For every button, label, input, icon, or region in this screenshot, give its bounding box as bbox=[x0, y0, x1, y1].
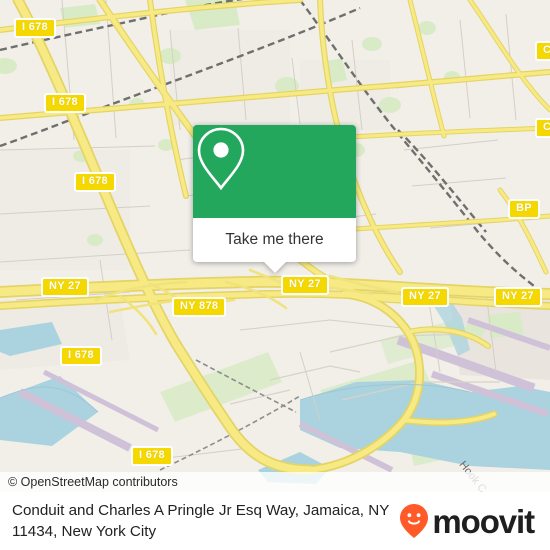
moovit-map-screenshot: I 678 I 678 I 678 I 678 I 678 NY 27 NY 8… bbox=[0, 0, 550, 550]
moovit-wordmark: moovit bbox=[432, 502, 535, 540]
road-shield[interactable]: I 678 bbox=[74, 172, 116, 192]
place-title: Conduit and Charles A Pringle Jr Esq Way… bbox=[12, 502, 390, 540]
road-shield[interactable]: NY 878 bbox=[172, 297, 227, 317]
road-shield[interactable]: BP bbox=[508, 199, 540, 219]
moovit-pin-smile-icon bbox=[400, 504, 429, 538]
road-shield[interactable]: NY 27 bbox=[401, 287, 449, 307]
road-shield[interactable]: I 678 bbox=[60, 346, 102, 366]
moovit-logo[interactable]: moovit bbox=[399, 502, 535, 540]
road-shield[interactable]: I 678 bbox=[44, 93, 86, 113]
road-shield[interactable]: NY 27 bbox=[41, 277, 89, 297]
road-shield[interactable]: I 678 bbox=[131, 446, 173, 466]
map-pin-icon bbox=[197, 127, 245, 191]
map-attribution-text[interactable]: © OpenStreetMap contributors bbox=[0, 475, 178, 489]
road-shield[interactable]: C bbox=[535, 118, 550, 138]
popup-tail bbox=[263, 262, 286, 273]
road-shield[interactable]: NY 27 bbox=[494, 287, 542, 307]
map-canvas[interactable]: I 678 I 678 I 678 I 678 I 678 NY 27 NY 8… bbox=[0, 0, 550, 492]
popup-cta-label: Take me there bbox=[225, 231, 324, 248]
footer-bar: Conduit and Charles A Pringle Jr Esq Way… bbox=[0, 492, 550, 550]
road-shield[interactable]: I 678 bbox=[14, 18, 56, 38]
popup-pin-area bbox=[193, 125, 356, 218]
road-shield[interactable]: NY 27 bbox=[281, 275, 329, 295]
map-attribution-bar: © OpenStreetMap contributors bbox=[0, 472, 550, 492]
road-shield[interactable]: C bbox=[535, 41, 550, 61]
location-popup[interactable]: Take me there bbox=[193, 125, 356, 273]
popup-cta[interactable]: Take me there bbox=[193, 218, 356, 273]
